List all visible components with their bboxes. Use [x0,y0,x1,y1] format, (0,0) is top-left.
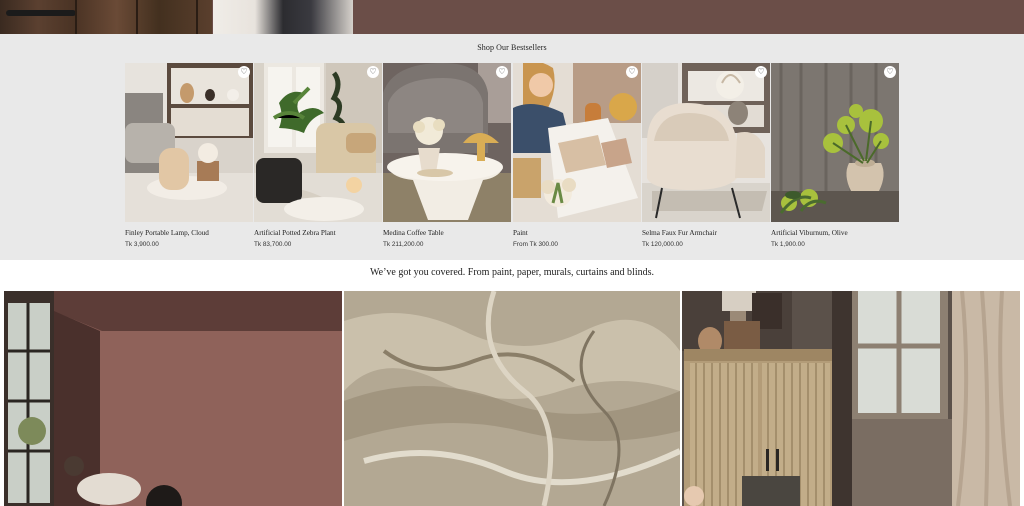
section-title: Shop Our Bestsellers [477,43,547,52]
product-price: Tk 83,700.00 [254,241,292,248]
product-image[interactable]: ♡ [383,63,511,222]
gallery-tile-painted-room[interactable] [4,291,342,506]
product-price: Tk 120,000.00 [642,241,683,248]
gallery-tile-marble-wallpaper[interactable] [344,291,680,506]
wishlist-heart-icon[interactable]: ♡ [755,66,767,78]
product-name[interactable]: Medina Coffee Table [383,229,444,237]
product-price: Tk 211,200.00 [383,241,424,248]
product-card[interactable]: ♡ Finley Portable Lamp, Cloud Tk 3,900.0… [125,63,253,253]
gallery-tile-cabinet-room[interactable] [682,291,1020,506]
product-image[interactable]: ♡ [642,63,770,222]
wishlist-heart-icon[interactable]: ♡ [884,66,896,78]
hero-door-image [0,0,212,34]
product-card[interactable]: ♡ Medina Coffee Table Tk 211,200.00 [383,63,511,253]
wishlist-heart-icon[interactable]: ♡ [238,66,250,78]
product-name[interactable]: Selma Faux Fur Armchair [642,229,717,237]
category-gallery [0,291,1024,506]
product-image[interactable]: ♡ [254,63,382,222]
hero-banner [0,0,1024,34]
product-card[interactable]: ♡ Artificial Viburnum, Olive Tk 1,900.00 [771,63,899,253]
product-carousel: ♡ Finley Portable Lamp, Cloud Tk 3,900.0… [125,63,900,253]
hero-figure-image [213,0,353,34]
bestsellers-section: Shop Our Bestsellers ♡ Finley Portable L… [0,34,1024,260]
product-card[interactable]: ♡ Selma Faux Fur Armchair Tk 120,000.00 [642,63,770,253]
product-name[interactable]: Artificial Viburnum, Olive [771,229,848,237]
product-card[interactable]: ♡ Artificial Potted Zebra Plant Tk 83,70… [254,63,382,253]
tagline: We’ve got you covered. From paint, paper… [370,267,654,278]
product-price: Tk 1,900.00 [771,241,805,248]
product-image[interactable]: ♡ [125,63,253,222]
wishlist-heart-icon[interactable]: ♡ [367,66,379,78]
product-image[interactable]: ♡ [513,63,641,222]
product-image[interactable]: ♡ [771,63,899,222]
wishlist-heart-icon[interactable]: ♡ [496,66,508,78]
wishlist-heart-icon[interactable]: ♡ [626,66,638,78]
product-card[interactable]: ♡ Paint From Tk 300.00 [513,63,641,253]
product-price: From Tk 300.00 [513,241,558,248]
product-name[interactable]: Artificial Potted Zebra Plant [254,229,336,237]
door-handle [6,10,76,16]
product-name[interactable]: Paint [513,229,528,237]
product-name[interactable]: Finley Portable Lamp, Cloud [125,229,209,237]
product-price: Tk 3,900.00 [125,241,159,248]
